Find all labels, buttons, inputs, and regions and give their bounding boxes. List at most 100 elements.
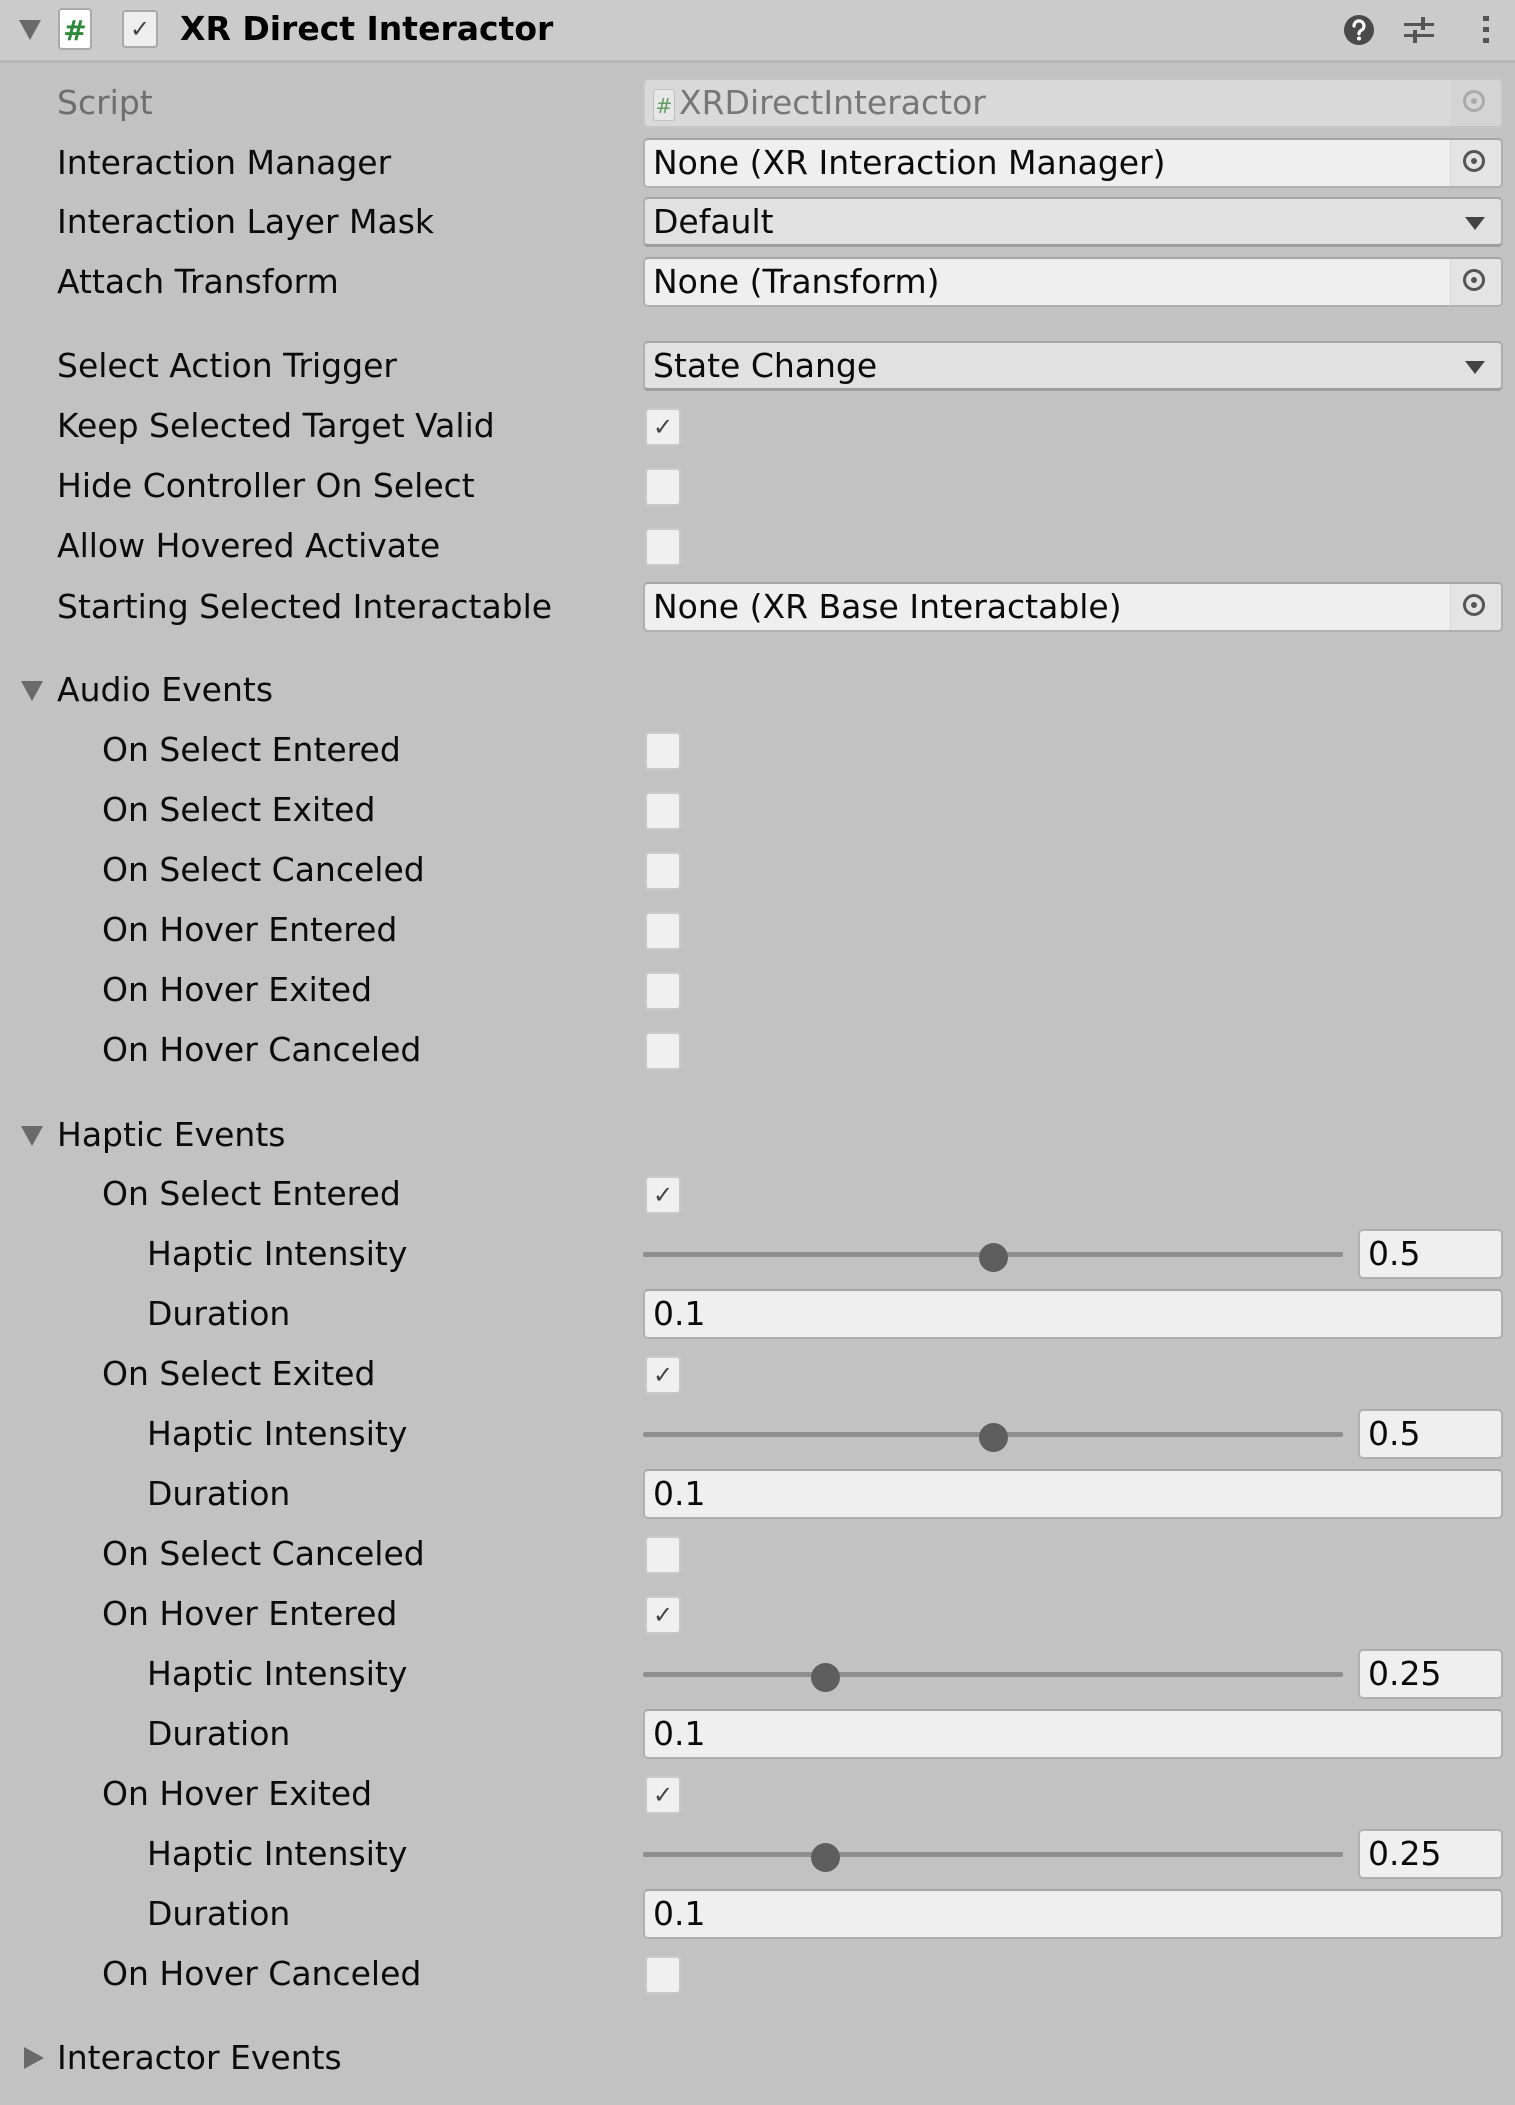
haptic-intensity-input[interactable]: 0.5 <box>1358 1409 1503 1459</box>
haptic-intensity-slider-thumb[interactable] <box>810 1663 840 1692</box>
object-picker-button[interactable] <box>1450 140 1501 186</box>
haptic-intensity-slider-thumb[interactable] <box>810 1843 840 1872</box>
haptic-intensity-row: Haptic Intensity 0.5 <box>0 1227 1515 1281</box>
audio-event-checkbox[interactable] <box>645 852 681 890</box>
hide-controller-on-select-row: Hide Controller On Select <box>0 459 1515 513</box>
script-value: XRDirectInteractor <box>679 83 986 122</box>
check-icon: ✓ <box>652 1781 674 1809</box>
haptic-duration-row: Duration 0.1 <box>0 1287 1515 1341</box>
haptic-intensity-input[interactable]: 0.25 <box>1358 1829 1503 1879</box>
script-hash-icon: # <box>58 8 92 50</box>
foldout-arrow-icon[interactable] <box>19 20 41 40</box>
haptic-duration-row: Duration 0.1 <box>0 1887 1515 1941</box>
audio-event-checkbox[interactable] <box>645 732 681 770</box>
haptic-event-row-on-select-canceled: On Select Canceled <box>0 1527 1515 1581</box>
interaction-manager-label: Interaction Manager <box>57 143 392 182</box>
starting-selected-interactable-field[interactable]: None (XR Base Interactable) <box>643 582 1503 632</box>
attach-transform-value: None (Transform) <box>653 262 940 301</box>
haptic-event-label: On Select Canceled <box>102 1534 425 1573</box>
interaction-layer-mask-row: Interaction Layer Mask Default <box>0 195 1515 249</box>
haptic-event-checkbox[interactable]: ✓ <box>645 1356 681 1394</box>
select-action-trigger-dropdown[interactable]: State Change <box>643 341 1503 391</box>
haptic-duration-row: Duration 0.1 <box>0 1707 1515 1761</box>
haptic-events-label: Haptic Events <box>57 1115 286 1154</box>
haptic-intensity-slider-thumb[interactable] <box>978 1243 1008 1272</box>
foldout-arrow-icon[interactable] <box>21 1126 43 1146</box>
audio-event-checkbox[interactable] <box>645 792 681 830</box>
haptic-event-row-on-select-entered: On Select Entered ✓ <box>0 1167 1515 1221</box>
haptic-event-label: On Select Entered <box>102 1174 401 1213</box>
interaction-manager-field[interactable]: None (XR Interaction Manager) <box>643 138 1503 188</box>
haptic-intensity-input[interactable]: 0.25 <box>1358 1649 1503 1699</box>
haptic-duration-input[interactable]: 0.1 <box>643 1289 1503 1339</box>
haptic-event-checkbox[interactable] <box>645 1956 681 1994</box>
audio-event-label: On Hover Canceled <box>102 1030 422 1069</box>
haptic-intensity-label: Haptic Intensity <box>147 1234 408 1273</box>
audio-event-checkbox[interactable] <box>645 972 681 1010</box>
haptic-intensity-label: Haptic Intensity <box>147 1834 408 1873</box>
object-picker-button[interactable] <box>1450 584 1501 630</box>
interactor-events-foldout[interactable]: Interactor Events <box>0 2031 1515 2085</box>
haptic-duration-label: Duration <box>147 1894 291 1933</box>
audio-events-foldout[interactable]: Audio Events <box>0 663 1515 717</box>
haptic-intensity-slider-track[interactable] <box>643 1672 1343 1677</box>
interaction-manager-value: None (XR Interaction Manager) <box>653 143 1166 182</box>
attach-transform-field[interactable]: None (Transform) <box>643 257 1503 307</box>
allow-hovered-activate-checkbox[interactable] <box>645 528 681 566</box>
haptic-event-row-on-hover-exited: On Hover Exited ✓ <box>0 1767 1515 1821</box>
haptic-duration-label: Duration <box>147 1714 291 1753</box>
component-enabled-checkbox[interactable]: ✓ <box>122 10 158 48</box>
haptic-event-checkbox[interactable] <box>645 1536 681 1574</box>
haptic-intensity-slider-thumb[interactable] <box>978 1423 1008 1452</box>
object-picker-icon <box>1463 594 1485 616</box>
haptic-event-checkbox[interactable]: ✓ <box>645 1176 681 1214</box>
check-icon: ✓ <box>652 413 674 441</box>
haptic-duration-label: Duration <box>147 1474 291 1513</box>
chevron-down-icon <box>1465 217 1485 230</box>
foldout-arrow-right-icon[interactable] <box>24 2047 44 2069</box>
foldout-arrow-icon[interactable] <box>21 681 43 701</box>
interaction-layer-mask-dropdown[interactable]: Default <box>643 197 1503 247</box>
haptic-intensity-label: Haptic Intensity <box>147 1414 408 1453</box>
haptic-intensity-slider-track[interactable] <box>643 1852 1343 1857</box>
haptic-intensity-input[interactable]: 0.5 <box>1358 1229 1503 1279</box>
haptic-duration-input[interactable]: 0.1 <box>643 1709 1503 1759</box>
check-icon: ✓ <box>652 1601 674 1629</box>
presets-sliders-icon[interactable] <box>1403 14 1435 46</box>
audio-event-row-on-select-entered: On Select Entered <box>0 723 1515 777</box>
keep-selected-target-valid-label: Keep Selected Target Valid <box>57 406 495 445</box>
object-picker-button[interactable] <box>1450 259 1501 305</box>
starting-selected-interactable-value: None (XR Base Interactable) <box>653 587 1122 626</box>
attach-transform-row: Attach Transform None (Transform) <box>0 255 1515 309</box>
kebab-menu-icon[interactable] <box>1470 14 1502 46</box>
help-icon[interactable] <box>1343 14 1375 46</box>
audio-event-checkbox[interactable] <box>645 912 681 950</box>
haptic-event-checkbox[interactable]: ✓ <box>645 1776 681 1814</box>
haptic-intensity-row: Haptic Intensity 0.25 <box>0 1647 1515 1701</box>
interaction-layer-mask-value: Default <box>653 202 774 241</box>
audio-event-label: On Hover Exited <box>102 970 373 1009</box>
component-title: XR Direct Interactor <box>180 9 554 48</box>
haptic-event-checkbox[interactable]: ✓ <box>645 1596 681 1634</box>
script-label: Script <box>57 83 153 122</box>
starting-selected-interactable-row: Starting Selected Interactable None (XR … <box>0 580 1515 634</box>
audio-event-checkbox[interactable] <box>645 1032 681 1070</box>
hide-controller-on-select-checkbox[interactable] <box>645 468 681 506</box>
haptic-intensity-label: Haptic Intensity <box>147 1654 408 1693</box>
keep-selected-target-valid-checkbox[interactable]: ✓ <box>645 408 681 446</box>
attach-transform-label: Attach Transform <box>57 262 339 301</box>
haptic-events-foldout[interactable]: Haptic Events <box>0 1108 1515 1162</box>
select-action-trigger-row: Select Action Trigger State Change <box>0 339 1515 393</box>
audio-event-row-on-hover-exited: On Hover Exited <box>0 963 1515 1017</box>
haptic-intensity-row: Haptic Intensity 0.25 <box>0 1827 1515 1881</box>
haptic-event-label: On Hover Canceled <box>102 1954 422 1993</box>
haptic-duration-input[interactable]: 0.1 <box>643 1469 1503 1519</box>
audio-event-label: On Select Canceled <box>102 850 425 889</box>
interaction-layer-mask-label: Interaction Layer Mask <box>57 202 435 241</box>
haptic-duration-input[interactable]: 0.1 <box>643 1889 1503 1939</box>
audio-event-row-on-hover-entered: On Hover Entered <box>0 903 1515 957</box>
check-icon: ✓ <box>129 15 151 43</box>
starting-selected-interactable-label: Starting Selected Interactable <box>57 587 553 626</box>
hide-controller-on-select-label: Hide Controller On Select <box>57 466 475 505</box>
allow-hovered-activate-label: Allow Hovered Activate <box>57 526 441 565</box>
